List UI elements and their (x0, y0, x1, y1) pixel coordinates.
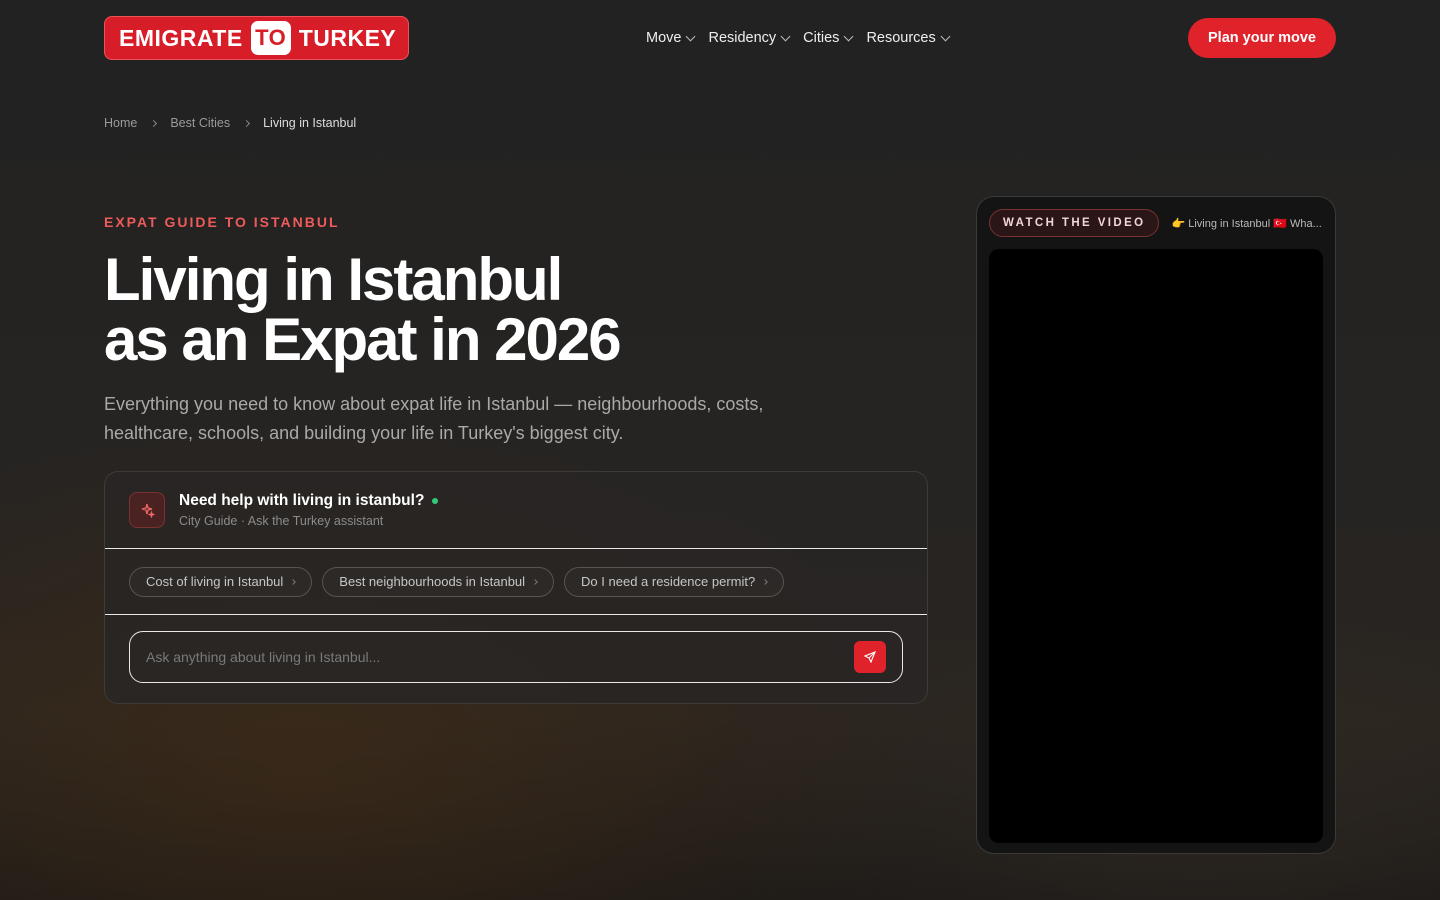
video-player[interactable] (989, 249, 1323, 843)
watch-video-label: WATCH THE VIDEO (989, 209, 1160, 237)
chevron-right-icon (290, 578, 297, 585)
nav-item-residency[interactable]: Residency (708, 30, 791, 46)
ask-box (129, 631, 903, 683)
nav-label: Resources (866, 30, 936, 46)
chevron-right-icon (150, 119, 158, 127)
assistant-title: Need help with living in istanbul? (179, 492, 425, 509)
site-logo[interactable]: EMIGRATE TO TURKEY (104, 16, 410, 60)
main-nav: Move Residency Cities Resources (646, 30, 951, 46)
suggestion-chip-permit[interactable]: Do I need a residence permit? (564, 566, 785, 597)
breadcrumb-home[interactable]: Home (104, 116, 137, 130)
chevron-down-icon (686, 31, 696, 41)
chevron-right-icon (243, 119, 251, 127)
page-title: Living in Istanbul as an Expat in 2026 (104, 250, 804, 370)
suggestion-chip-cost[interactable]: Cost of living in Istanbul (129, 566, 313, 597)
chevron-right-icon (532, 578, 538, 585)
assistant-subtitle: City Guide · Ask the Turkey assistant (179, 514, 384, 528)
breadcrumb: Home Best Cities Living in Istanbul (104, 116, 356, 130)
nav-item-cities[interactable]: Cities (803, 30, 854, 46)
nav-label: Move (646, 30, 682, 46)
logo-text-mid: TO (250, 21, 291, 55)
send-button[interactable] (854, 641, 886, 673)
title-line-2: as an Expat in 2026 (104, 306, 622, 373)
logo-text-left: EMIGRATE (119, 24, 243, 51)
chip-label: Best neighbourhoods in Istanbul (339, 574, 526, 589)
hero-subtitle: Everything you need to know about expat … (104, 394, 764, 443)
online-status-dot (432, 498, 439, 504)
video-panel: WATCH THE VIDEO 👉 Living in Istanbul 🇹🇷 … (976, 196, 1336, 854)
chevron-down-icon (843, 31, 854, 41)
chevron-down-icon (780, 31, 791, 41)
title-line-1: Living in Istanbul (104, 246, 563, 313)
assistant-card: Need help with living in istanbul? City … (104, 471, 928, 704)
chip-label: Do I need a residence permit? (581, 574, 756, 589)
breadcrumb-current: Living in Istanbul (263, 116, 357, 130)
nav-item-move[interactable]: Move (646, 30, 696, 46)
assistant-header: Need help with living in istanbul? City … (105, 472, 927, 549)
ask-input[interactable] (146, 649, 854, 665)
hero-eyebrow: EXPAT GUIDE TO ISTANBUL (104, 214, 340, 230)
plan-your-move-button[interactable]: Plan your move (1188, 18, 1336, 58)
breadcrumb-best-cities[interactable]: Best Cities (170, 116, 230, 130)
suggestion-chip-neighbourhoods[interactable]: Best neighbourhoods in Istanbul (322, 566, 555, 597)
logo-text-right: TURKEY (298, 24, 397, 51)
video-caption[interactable]: 👉 Living in Istanbul 🇹🇷 Wha... (1171, 217, 1323, 230)
nav-label: Cities (803, 30, 840, 46)
suggestion-chips: Cost of living in Istanbul Best neighbou… (105, 549, 927, 615)
nav-label: Residency (708, 30, 777, 46)
video-top-bar: WATCH THE VIDEO 👉 Living in Istanbul 🇹🇷 … (989, 209, 1323, 237)
chip-label: Cost of living in Istanbul (146, 574, 284, 589)
send-icon (864, 651, 876, 663)
sparkle-icon (129, 492, 165, 528)
site-header: EMIGRATE TO TURKEY Move Residency Cities… (104, 16, 1336, 60)
nav-item-resources[interactable]: Resources (866, 30, 951, 46)
chevron-down-icon (940, 31, 951, 41)
assistant-title-row: Need help with living in istanbul? (179, 492, 439, 510)
chevron-right-icon (762, 578, 769, 585)
